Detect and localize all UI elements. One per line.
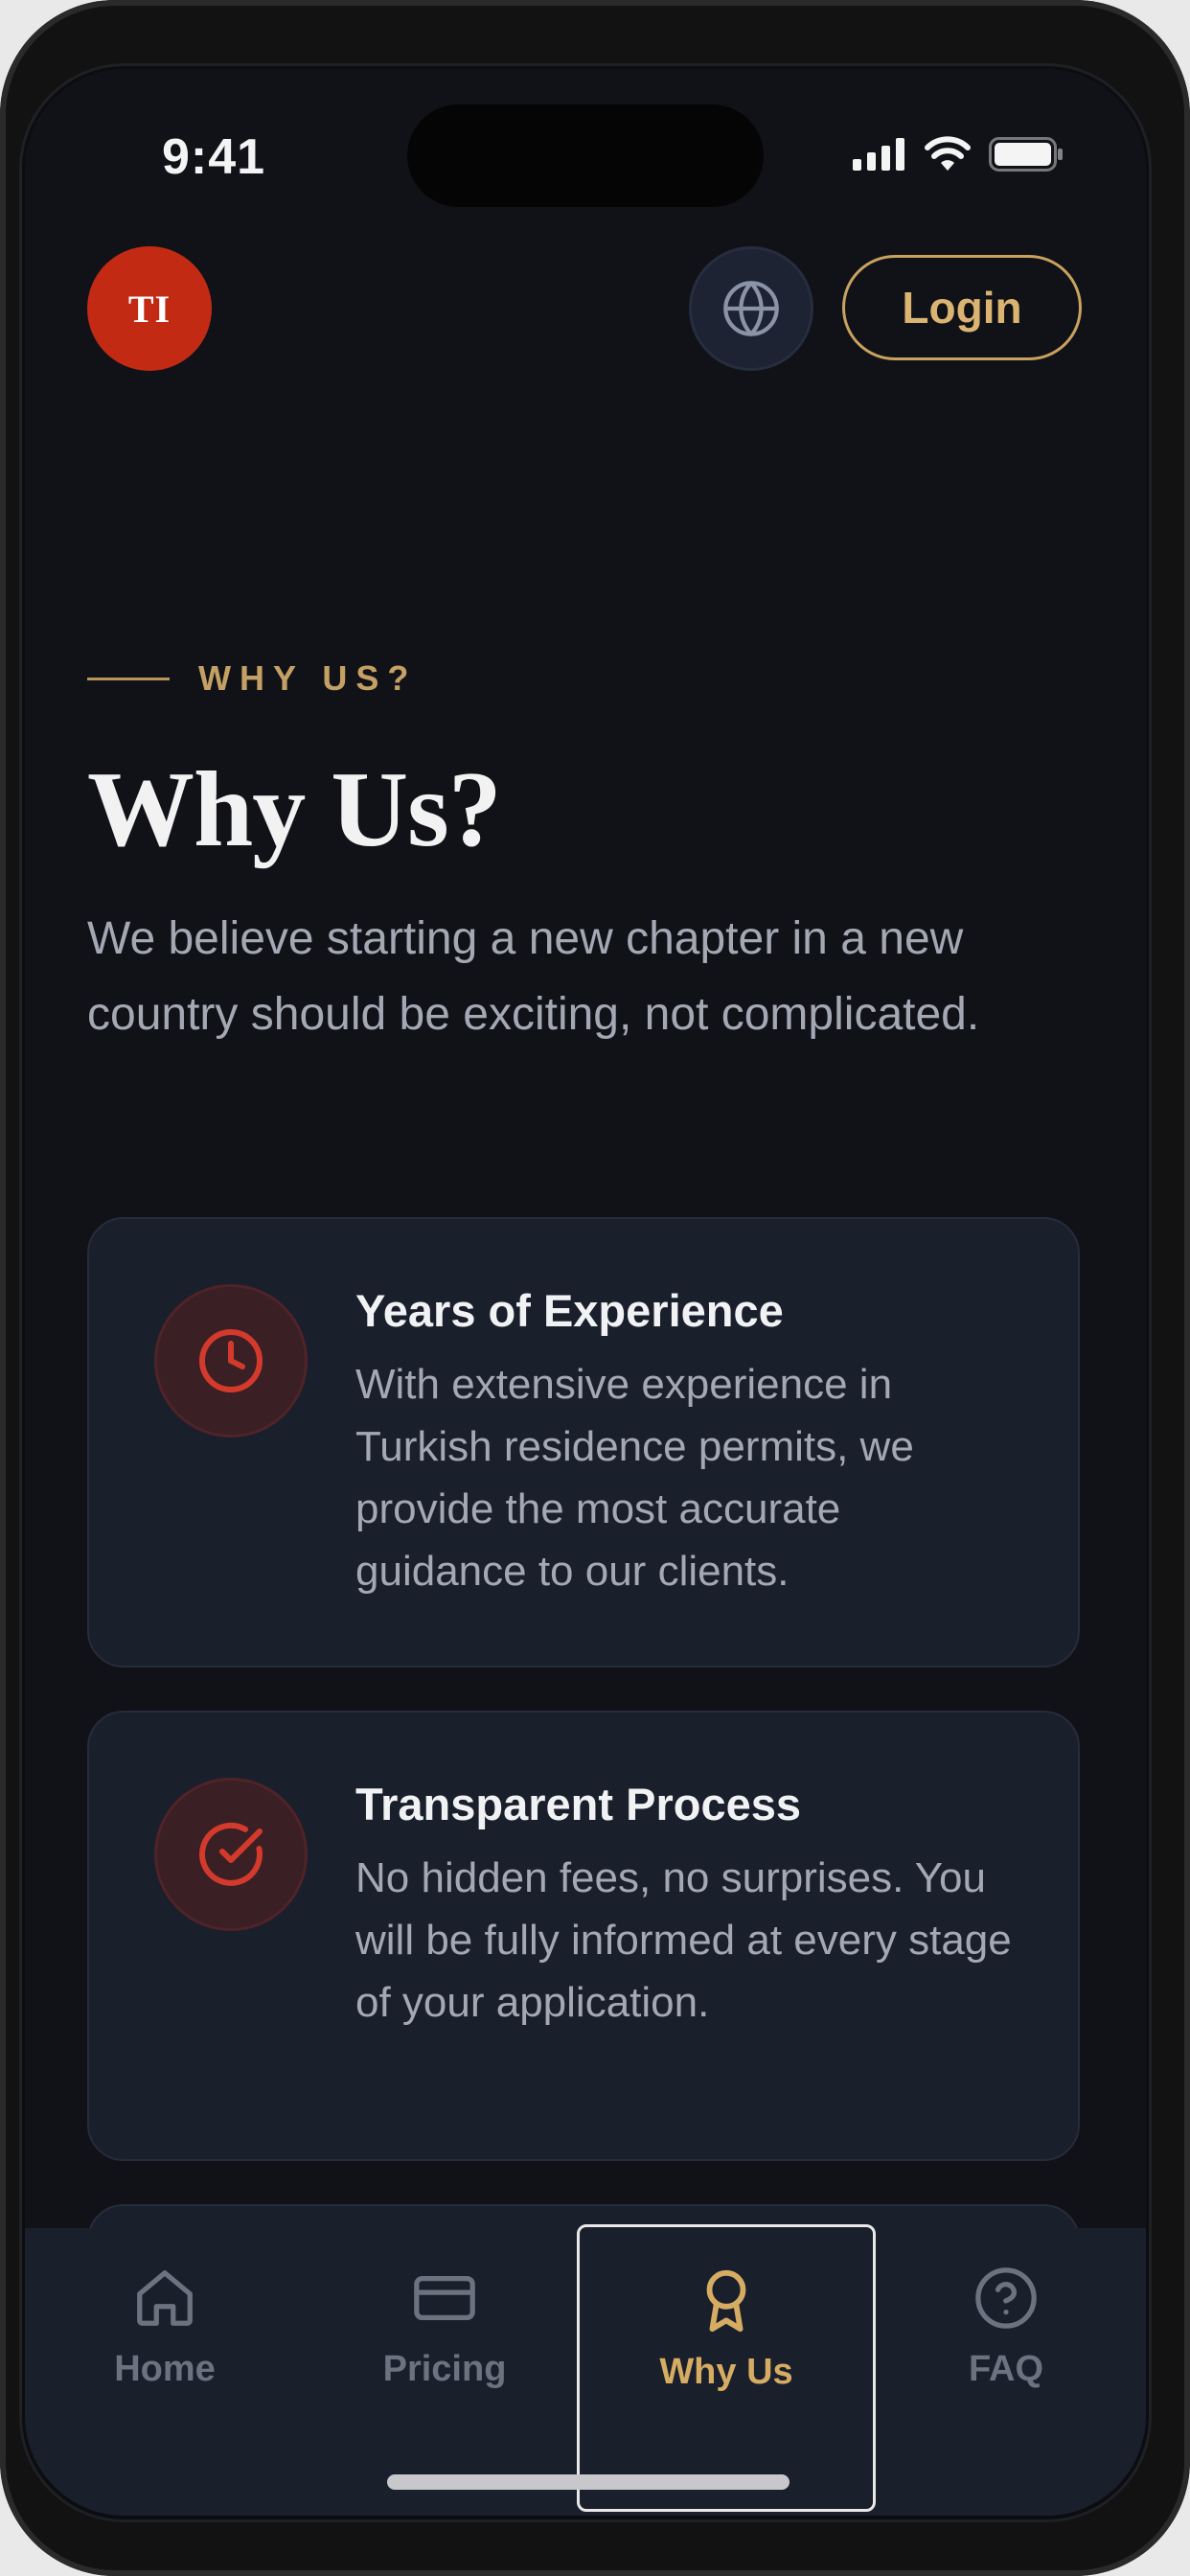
eyebrow-divider — [87, 677, 170, 680]
feature-description: With extensive experience in Turkish res… — [355, 1361, 914, 1595]
battery-icon — [989, 137, 1063, 172]
tab-label: Pricing — [382, 2349, 507, 2389]
login-button[interactable]: Login — [842, 255, 1082, 360]
tab-label: FAQ — [968, 2349, 1044, 2389]
globe-icon — [723, 281, 779, 336]
brand-logo-text: TI — [127, 287, 172, 331]
section-eyebrow: WHY US? — [87, 658, 417, 699]
feature-card-transparent: Transparent Process No hidden fees, no s… — [87, 1711, 1080, 2161]
home-indicator[interactable] — [387, 2474, 790, 2490]
page-title: Why Us? — [87, 750, 502, 869]
language-button[interactable] — [689, 246, 813, 371]
tab-why-us[interactable]: Why Us — [577, 2224, 876, 2512]
top-bar: TI Login — [25, 246, 1146, 380]
feature-title: Years of Experience — [355, 1285, 784, 1336]
bottom-tab-bar: Home Pricing Why Us FAQ — [25, 2224, 1146, 2516]
help-circle-icon — [975, 2267, 1037, 2329]
feature-icon-badge — [154, 1284, 308, 1438]
cellular-signal-icon — [853, 138, 904, 171]
tab-pricing[interactable]: Pricing — [305, 2228, 584, 2516]
check-circle-icon — [198, 1822, 263, 1886]
dynamic-island — [407, 104, 764, 207]
status-time: 9:41 — [162, 129, 266, 185]
app-screen: 9:41 TI Login WHY US? Why Us? We believe… — [25, 69, 1146, 2516]
credit-card-icon — [414, 2275, 475, 2321]
eyebrow-text: WHY US? — [198, 658, 418, 698]
clock-icon — [199, 1329, 263, 1392]
intro-text: We believe starting a new chapter in a n… — [87, 913, 980, 1040]
feature-description: No hidden fees, no surprises. You will b… — [355, 1854, 1012, 2026]
tab-home[interactable]: Home — [25, 2228, 305, 2516]
tab-faq[interactable]: FAQ — [866, 2228, 1146, 2516]
feature-title: Transparent Process — [355, 1779, 801, 1829]
wifi-icon — [925, 136, 971, 171]
feature-card-experience: Years of Experience With extensive exper… — [87, 1217, 1080, 1668]
brand-logo[interactable]: TI — [87, 246, 212, 371]
tab-label: Home — [114, 2349, 216, 2389]
tab-label: Why Us — [659, 2352, 793, 2392]
award-icon — [706, 2269, 746, 2333]
home-icon — [137, 2270, 193, 2326]
status-icons — [853, 136, 1064, 172]
page: 9:41 TI Login WHY US? Why Us? We believe… — [0, 0, 1190, 2576]
feature-icon-badge — [154, 1778, 308, 1931]
